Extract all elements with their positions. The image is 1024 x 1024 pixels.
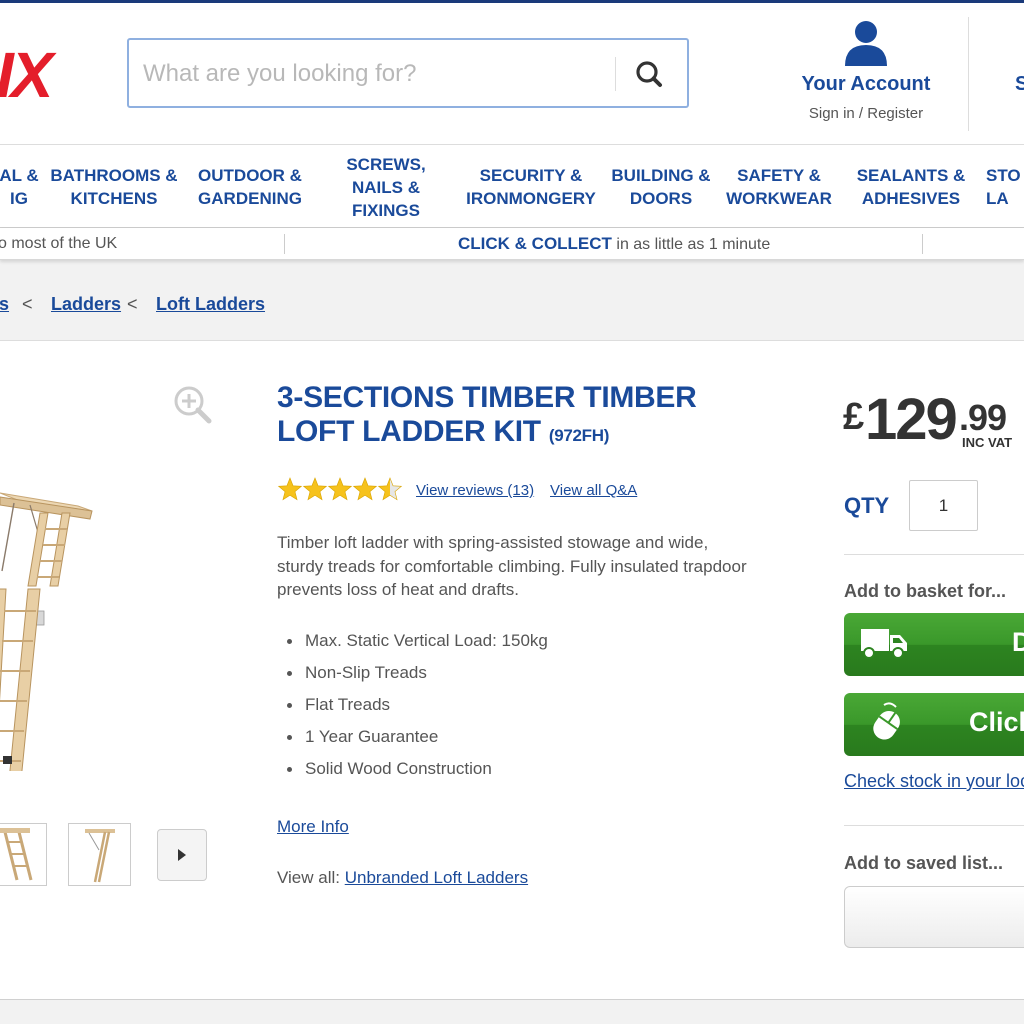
price-currency: £ [843,396,865,438]
search-icon [636,61,662,87]
delivery-promo-text: o most of the UK [0,235,118,252]
star-icon [352,477,378,501]
nav-item-storage[interactable]: STO LA [986,145,1024,229]
account-link[interactable]: Your Account Sign in / Register [790,18,942,128]
promo-divider [922,234,923,254]
more-info-link[interactable]: More Info [277,817,349,837]
price-pence: .99 [959,397,1007,438]
divider [844,554,1024,555]
saved-list-select[interactable] [844,886,1024,948]
search-bar [127,38,689,108]
product-title: 3-SECTIONS TIMBER TIMBER LOFT LADDER KIT… [277,381,777,453]
feature-item: Max. Static Vertical Load: 150kg [277,629,747,661]
chevron-right-icon [178,849,186,861]
product-thumbnail[interactable] [0,823,47,886]
nav-item-sealants-adhesives[interactable]: SEALANTS & ADHESIVES [852,145,970,229]
product-panel: 3-SECTIONS TIMBER TIMBER LOFT LADDER KIT… [0,340,1024,1000]
feature-item: Flat Treads [277,693,747,725]
nav-item-building-doors[interactable]: BUILDING & DOORS [608,145,714,229]
view-all-category-link[interactable]: Unbranded Loft Ladders [345,868,528,887]
product-thumbnail[interactable] [68,823,131,886]
delivery-button-label: D [1012,627,1024,657]
header-right-link[interactable]: S [1015,73,1024,96]
site-logo[interactable]: IX [0,43,53,107]
nav-item-bathrooms-kitchens[interactable]: BATHROOMS & KITCHENS [50,145,178,229]
nav-item-outdoor-gardening[interactable]: OUTDOOR & GARDENING [190,145,310,229]
zoom-button[interactable] [171,383,215,427]
rating-stars [277,477,403,501]
breadcrumb-separator: < [127,294,138,314]
product-title-text: 3-SECTIONS TIMBER TIMBER LOFT LADDER KIT [277,381,697,448]
product-description: Timber loft ladder with spring-assisted … [277,533,747,599]
nav-item-safety-workwear[interactable]: SAFETY & WORKWEAR [724,145,834,229]
feature-item: Solid Wood Construction [277,757,747,789]
user-icon [845,21,887,66]
product-main-image[interactable] [0,411,100,771]
star-icon [302,477,328,501]
qty-label: QTY [844,493,890,518]
mouse-click-icon [873,702,900,740]
divider [844,825,1024,826]
feature-item: Non-Slip Treads [277,661,747,693]
category-nav: AL & IG BATHROOMS & KITCHENS OUTDOOR & G… [0,144,1024,228]
feature-item: 1 Year Guarantee [277,725,747,757]
add-to-saved-list-label: Add to saved list... [844,853,1004,873]
quantity-input[interactable] [909,480,978,531]
check-stock-link[interactable]: Check stock in your loc [844,771,1024,792]
thumbnail-image [85,829,115,883]
breadcrumb-link-loft-ladders[interactable]: Loft Ladders [156,294,265,315]
thumbnail-image [0,828,33,881]
breadcrumb-separator: < [22,294,33,314]
click-collect-title: CLICK & COLLECT [458,234,612,253]
star-icon [277,477,303,501]
click-collect-promo[interactable]: CLICK & COLLECT in as little as 1 minute [458,234,770,254]
breadcrumb-link-ladders[interactable]: Ladders [51,294,121,315]
nav-item-screws-nails-fixings[interactable]: SCREWS, NAILS & FIXINGS [336,145,436,229]
zoom-in-icon [174,386,212,424]
account-title: Your Account [801,73,931,95]
nav-item-electrical[interactable]: AL & IG [0,145,44,229]
promo-divider [284,234,285,254]
star-icon [327,477,353,501]
delivery-truck-icon [861,629,907,659]
click-collect-button-label: Click [969,707,1024,737]
breadcrumb-link-parent[interactable]: s [0,294,9,315]
search-input[interactable] [143,52,603,96]
sign-in-register-link[interactable]: Sign in / Register [790,105,942,122]
product-code: (972FH) [548,426,610,445]
click-collect-button[interactable]: Click [844,693,1024,756]
feature-list: Max. Static Vertical Load: 150kg Non-Sli… [277,629,747,789]
star-icon [377,477,403,501]
delivery-button[interactable]: D [844,613,1024,676]
header-divider [968,17,969,131]
search-divider [615,57,616,91]
click-collect-text: in as little as 1 minute [611,236,771,253]
vat-label: INC VAT [962,435,1013,450]
add-to-basket-label: Add to basket for... [844,581,1007,601]
price-pounds: 129 [865,387,958,452]
thumbnail-next-button[interactable] [157,829,207,881]
view-all-prefix: View all: [277,868,345,887]
view-qa-link[interactable]: View all Q&A [550,482,637,499]
search-button[interactable] [625,50,675,98]
view-reviews-link[interactable]: View reviews (13) [416,482,534,499]
promo-bar: o most of the UK CLICK & COLLECT in as l… [0,228,1024,260]
nav-item-security-ironmongery[interactable]: SECURITY & IRONMONGERY [462,145,600,229]
view-all-row: View all: Unbranded Loft Ladders [277,868,528,888]
site-header: IX Your Account Sign in / Register S [0,3,1024,144]
